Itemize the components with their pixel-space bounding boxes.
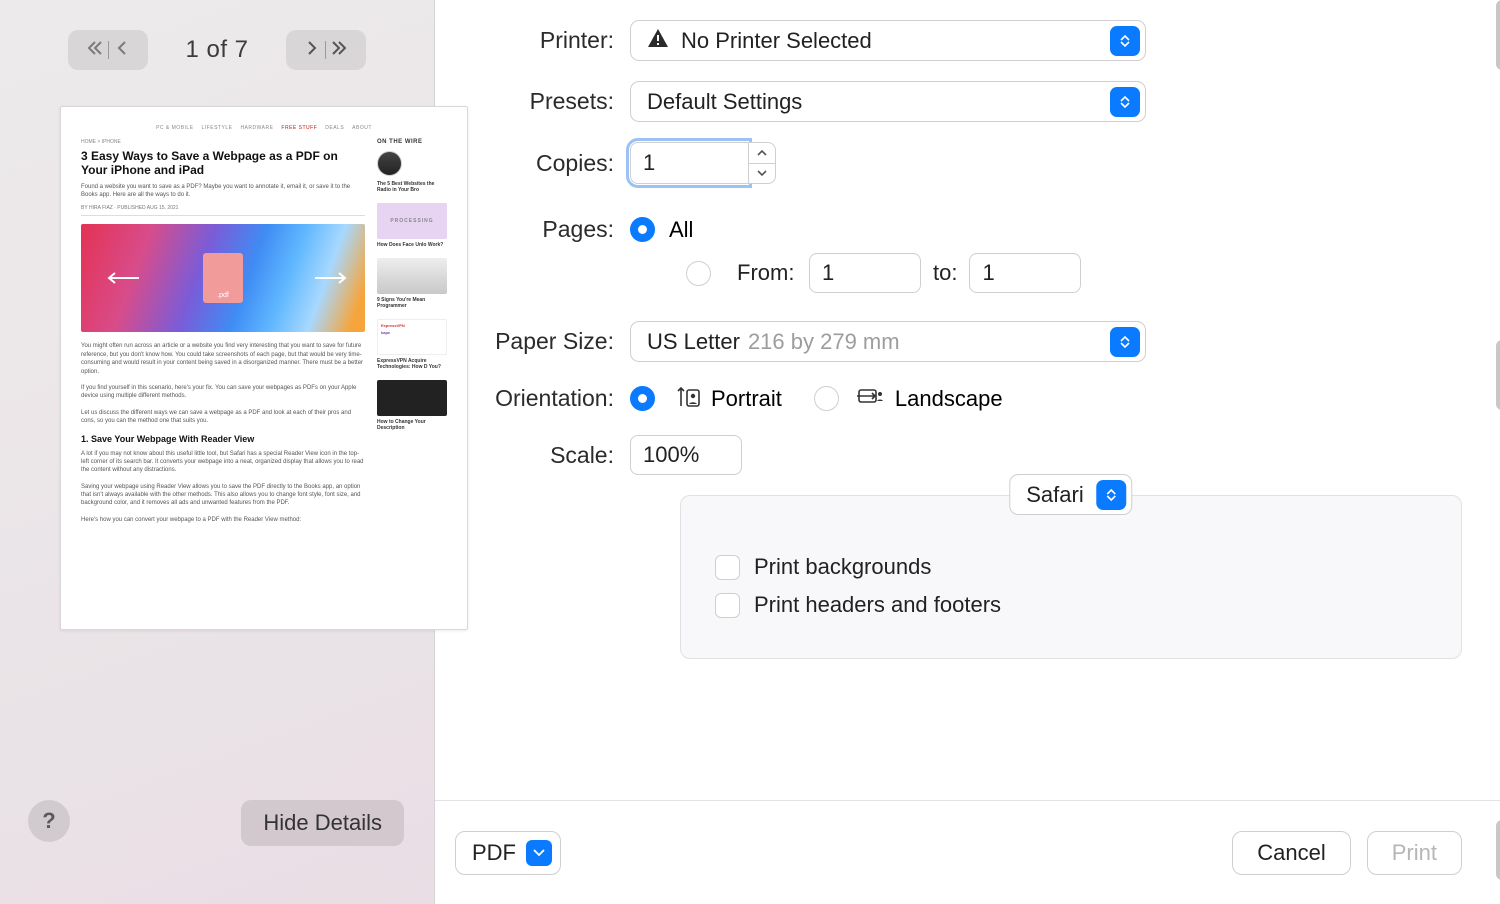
pdf-label: PDF: [472, 840, 516, 866]
thumb-hero-image: .pdf: [81, 224, 365, 332]
scale-input[interactable]: [630, 435, 742, 475]
printer-label: Printer:: [465, 27, 630, 54]
print-button[interactable]: Print: [1367, 831, 1462, 875]
thumb-para: A lot if you may not know about this use…: [81, 450, 365, 475]
cancel-button[interactable]: Cancel: [1232, 831, 1350, 875]
printer-select[interactable]: No Printer Selected: [630, 20, 1146, 61]
updown-icon: [1110, 327, 1140, 357]
nav-divider: [108, 41, 109, 59]
scale-label: Scale:: [465, 442, 630, 469]
pages-from-label: From:: [737, 260, 797, 286]
thumb-para: Here's how you can convert your webpage …: [81, 516, 365, 524]
first-page-icon: [87, 40, 103, 61]
print-backgrounds-checkbox[interactable]: [715, 555, 740, 580]
pages-label: Pages:: [465, 216, 630, 243]
presets-label: Presets:: [465, 88, 630, 115]
thumb-h3: 1. Save Your Webpage With Reader View: [81, 434, 365, 444]
pages-to-input[interactable]: [969, 253, 1081, 293]
thumb-title: 3 Easy Ways to Save a Webpage as a PDF o…: [81, 149, 365, 178]
updown-icon: [1097, 480, 1127, 510]
page-indicator: 1 of 7: [185, 36, 248, 64]
thumb-breadcrumb: HOME > IPHONE: [81, 139, 365, 145]
settings-pane: Printer: No Printer Selected Presets: De…: [435, 0, 1500, 904]
orientation-landscape-label: Landscape: [895, 386, 1003, 412]
pages-all-radio[interactable]: [630, 217, 655, 242]
next-page-button[interactable]: [286, 30, 366, 70]
dialog-footer: PDF Cancel Print: [435, 800, 1500, 904]
pages-range-radio[interactable]: [686, 261, 711, 286]
landscape-icon: [853, 382, 895, 415]
copies-label: Copies:: [465, 150, 630, 177]
copies-input[interactable]: [630, 142, 748, 184]
updown-icon: [1110, 26, 1140, 56]
thumb-para: You might often run across an article or…: [81, 342, 365, 376]
hide-details-button[interactable]: Hide Details: [241, 800, 404, 846]
thumb-nav: PC & MOBILE LIFESTYLE HARDWARE FREE STUF…: [81, 125, 447, 131]
thumb-para: Saving your webpage using Reader View al…: [81, 483, 365, 508]
preview-nav: 1 of 7: [0, 20, 434, 80]
stepper-down-icon[interactable]: [749, 164, 775, 184]
paper-size-dimensions: 216 by 279 mm: [748, 329, 900, 355]
paper-size-select[interactable]: US Letter 216 by 279 mm: [630, 321, 1146, 362]
app-options-block: Safari Print backgrounds Print headers a…: [680, 495, 1462, 659]
orientation-portrait-radio[interactable]: [630, 386, 655, 411]
copies-stepper[interactable]: [748, 142, 776, 184]
help-button[interactable]: ?: [28, 800, 70, 842]
printer-value: No Printer Selected: [681, 28, 872, 54]
orientation-portrait-label: Portrait: [711, 386, 782, 412]
chevron-down-icon: [526, 840, 552, 866]
print-backgrounds-label: Print backgrounds: [754, 554, 931, 580]
updown-icon: [1110, 87, 1140, 117]
pages-all-label: All: [669, 217, 693, 243]
thumb-para: Let us discuss the different ways we can…: [81, 409, 365, 426]
page-thumbnail[interactable]: PC & MOBILE LIFESTYLE HARDWARE FREE STUF…: [60, 106, 468, 630]
prev-page-button[interactable]: [68, 30, 148, 70]
paper-size-value: US Letter: [647, 329, 740, 355]
last-page-icon: [331, 40, 347, 61]
print-headers-label: Print headers and footers: [754, 592, 1001, 618]
warning-icon: [647, 28, 681, 54]
presets-select[interactable]: Default Settings: [630, 81, 1146, 122]
pdf-icon: .pdf: [203, 253, 243, 303]
thumb-byline: BY HIRA FIAZ · PUBLISHED AUG 15, 2021: [81, 205, 365, 216]
preview-pane: 1 of 7 PC & MOBILE LIFESTYLE HARDWARE FR…: [0, 0, 435, 904]
chevron-right-icon: [304, 40, 320, 61]
stepper-up-icon[interactable]: [749, 143, 775, 163]
orientation-label: Orientation:: [465, 385, 630, 412]
pages-from-input[interactable]: [809, 253, 921, 293]
nav-divider: [325, 41, 326, 59]
app-options-select[interactable]: Safari: [1009, 474, 1132, 515]
print-headers-checkbox[interactable]: [715, 593, 740, 618]
app-options-value: Safari: [1026, 482, 1083, 508]
thumb-subtitle: Found a website you want to save as a PD…: [81, 184, 365, 200]
presets-value: Default Settings: [647, 89, 802, 115]
paper-size-label: Paper Size:: [465, 328, 630, 355]
orientation-landscape-radio[interactable]: [814, 386, 839, 411]
portrait-icon: [669, 382, 711, 415]
pdf-menu-button[interactable]: PDF: [455, 831, 561, 875]
thumb-para: If you find yourself in this scenario, h…: [81, 384, 365, 401]
pages-to-label: to:: [933, 260, 957, 286]
chevron-left-icon: [114, 40, 130, 61]
